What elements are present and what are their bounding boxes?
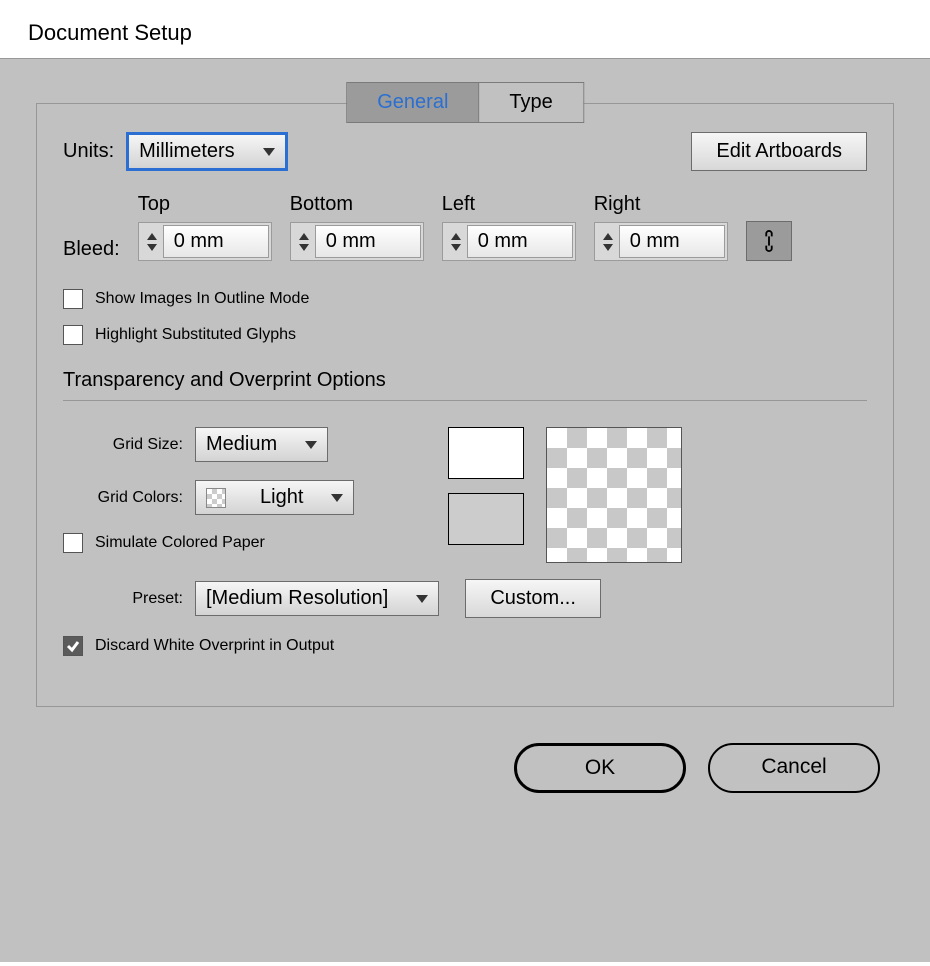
check-icon [66,639,80,653]
bleed-top-stepper[interactable]: 0 mm [138,222,272,261]
bleed-header-left: Left [442,193,576,216]
chevron-down-icon [263,148,275,156]
outline-checkbox[interactable] [63,289,83,309]
units-select[interactable]: Millimeters [128,134,286,169]
bleed-top-value[interactable]: 0 mm [163,225,269,258]
bleed-bottom-value[interactable]: 0 mm [315,225,421,258]
units-row: Units: Millimeters Edit Artboards [63,132,867,171]
grid-colors-label: Grid Colors: [63,489,183,507]
caret-up-icon[interactable] [147,233,157,240]
ok-button[interactable]: OK [514,743,686,793]
section-divider [63,400,867,401]
bleed-left-value[interactable]: 0 mm [467,225,573,258]
edit-artboards-button[interactable]: Edit Artboards [691,132,867,171]
caret-down-icon[interactable] [147,244,157,251]
transparency-section: Grid Size: Medium Grid Colors: Light [63,427,867,569]
glyphs-label: Highlight Substituted Glyphs [95,326,296,344]
bleed-link-button[interactable] [746,221,792,261]
units-value: Millimeters [139,140,235,163]
bleed-header-bottom: Bottom [290,193,424,216]
link-icon [761,230,777,252]
grid-colors-value: Light [260,486,303,509]
caret-up-icon[interactable] [451,233,461,240]
grid-size-value: Medium [206,433,277,456]
checker-swatch-icon [206,488,226,508]
dialog-body: General Type Units: Millimeters Edit Art… [0,58,930,962]
bleed-left-stepper[interactable]: 0 mm [442,222,576,261]
simulate-checkbox-row: Simulate Colored Paper [63,533,354,553]
discard-label: Discard White Overprint in Output [95,637,334,655]
chevron-down-icon [305,441,317,449]
bleed-row: Bleed: Top 0 mm Bottom 0 mm Left [63,193,867,261]
bleed-header-right: Right [594,193,728,216]
grid-colors-select[interactable]: Light [195,480,354,515]
dialog-title: Document Setup [0,0,930,58]
outline-checkbox-row: Show Images In Outline Mode [63,289,867,309]
bleed-right-stepper[interactable]: 0 mm [594,222,728,261]
swatch-gray[interactable] [448,493,524,545]
tabstrip: General Type [346,82,584,123]
bleed-bottom-stepper[interactable]: 0 mm [290,222,424,261]
general-panel: General Type Units: Millimeters Edit Art… [36,103,894,707]
bleed-right-value[interactable]: 0 mm [619,225,725,258]
section-title: Transparency and Overprint Options [63,369,867,392]
checker-preview [546,427,682,563]
grid-preview [448,427,682,563]
bleed-header-top: Top [138,193,272,216]
simulate-checkbox[interactable] [63,533,83,553]
custom-button[interactable]: Custom... [465,579,601,618]
caret-down-icon[interactable] [603,244,613,251]
chevron-down-icon [331,494,343,502]
units-label: Units: [63,140,114,163]
cancel-button[interactable]: Cancel [708,743,880,793]
caret-up-icon[interactable] [299,233,309,240]
swatch-white[interactable] [448,427,524,479]
outline-label: Show Images In Outline Mode [95,290,309,308]
tab-type[interactable]: Type [479,83,582,122]
grid-size-label: Grid Size: [63,436,183,454]
preset-value: [Medium Resolution] [206,587,388,610]
discard-checkbox[interactable] [63,636,83,656]
grid-size-select[interactable]: Medium [195,427,328,462]
discard-checkbox-row: Discard White Overprint in Output [63,636,867,656]
preset-label: Preset: [63,590,183,608]
caret-down-icon[interactable] [451,244,461,251]
chevron-down-icon [416,595,428,603]
preset-select[interactable]: [Medium Resolution] [195,581,439,616]
glyphs-checkbox[interactable] [63,325,83,345]
caret-down-icon[interactable] [299,244,309,251]
tab-general[interactable]: General [347,83,479,122]
glyphs-checkbox-row: Highlight Substituted Glyphs [63,325,867,345]
caret-up-icon[interactable] [603,233,613,240]
dialog-footer: OK Cancel [12,707,918,793]
simulate-label: Simulate Colored Paper [95,534,265,552]
bleed-label: Bleed: [63,238,120,261]
